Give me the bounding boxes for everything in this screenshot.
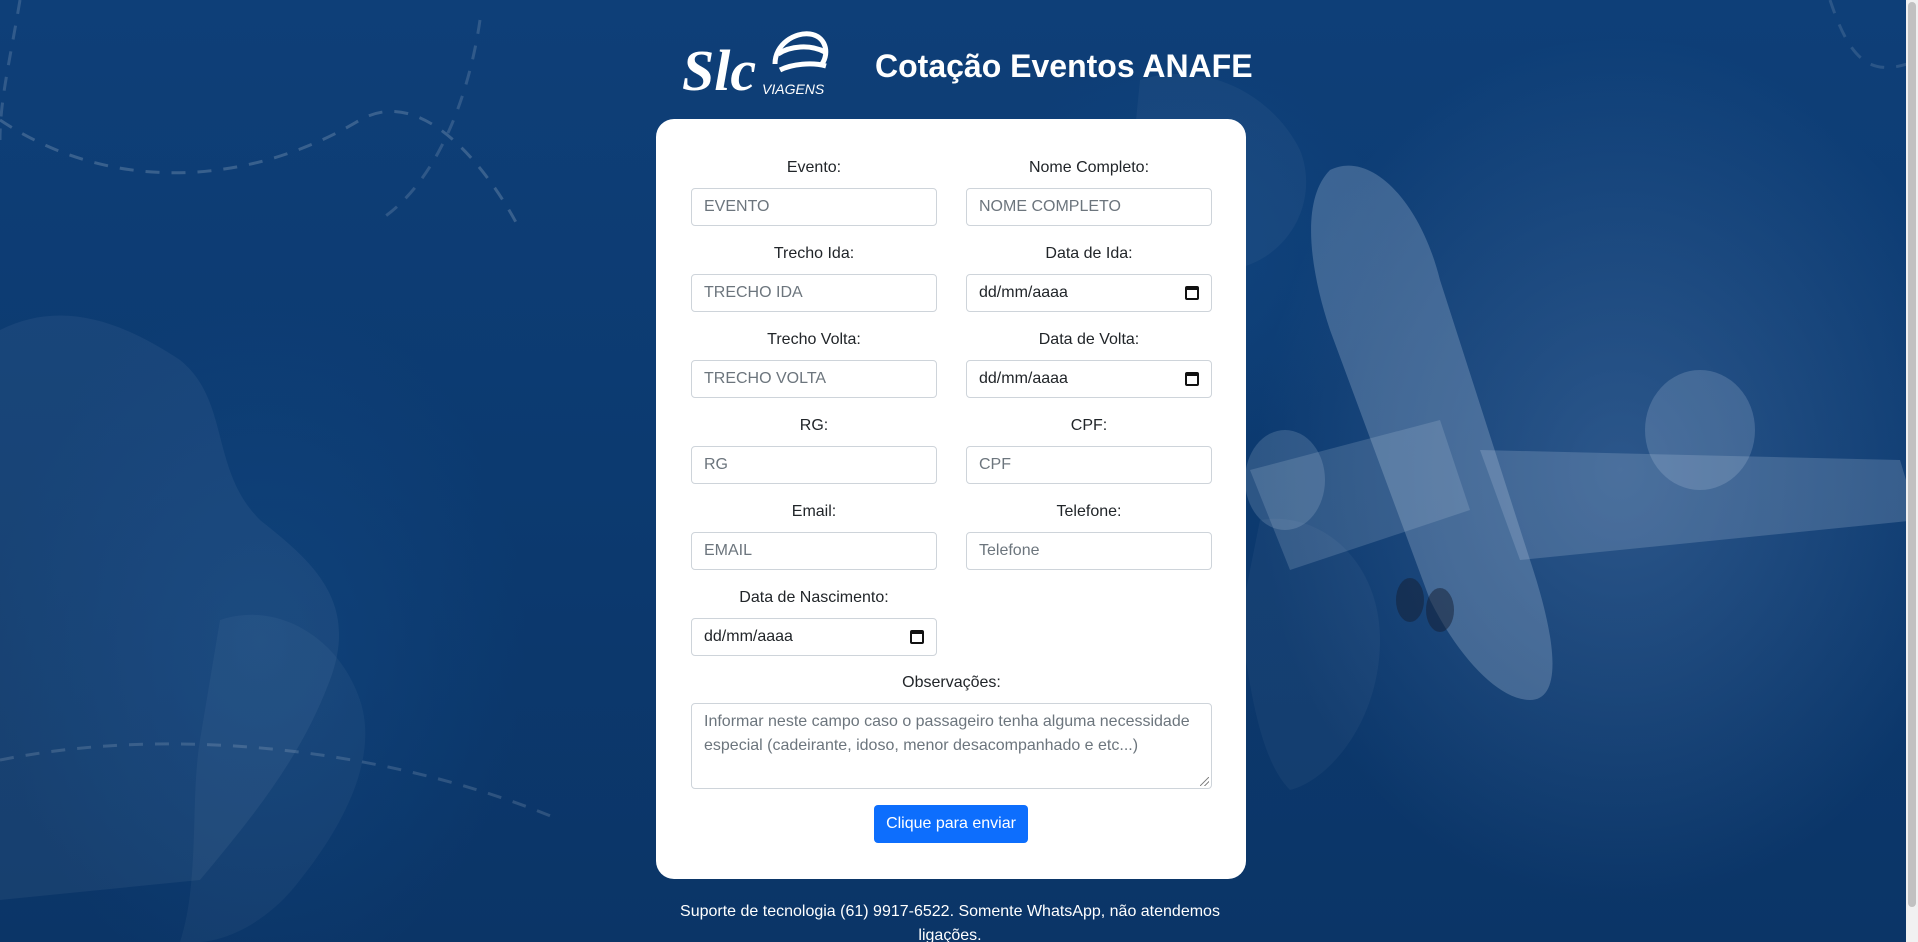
observacoes-textarea[interactable]: Informar neste campo caso o passageiro t… <box>691 703 1212 789</box>
telefone-field-group: Telefone: Telefone <box>966 500 1212 570</box>
resize-handle-icon[interactable] <box>1200 777 1209 786</box>
evento-input[interactable]: EVENTO <box>691 188 937 226</box>
logo-subtext: VIAGENS <box>762 81 825 96</box>
cpf-field-group: CPF: CPF <box>966 414 1212 484</box>
data-volta-input[interactable]: dd/mm/aaaa <box>966 360 1212 398</box>
telefone-label: Telefone: <box>1056 503 1122 520</box>
observacoes-field-group: Observações: Informar neste campo caso o… <box>691 671 1212 789</box>
data-ida-input[interactable]: dd/mm/aaaa <box>966 274 1212 312</box>
logo-text: Slc <box>682 38 756 96</box>
support-footer: Suporte de tecnologia (61) 9917-6522. So… <box>680 903 1220 942</box>
calendar-icon[interactable] <box>1185 286 1199 300</box>
trecho-ida-label: Trecho Ida: <box>773 245 855 262</box>
header: Slc VIAGENS Cotação Eventos ANAFE <box>680 24 1253 103</box>
trecho-volta-input[interactable]: TRECHO VOLTA <box>691 360 937 398</box>
data-nascimento-value: dd/mm/aaaa <box>704 628 793 645</box>
slc-viagens-logo: Slc VIAGENS <box>680 24 830 103</box>
cpf-input[interactable]: CPF <box>966 446 1212 484</box>
data-nascimento-label: Data de Nascimento: <box>739 589 889 606</box>
scrollbar-thumb[interactable] <box>1908 2 1916 907</box>
evento-label: Evento: <box>786 159 842 176</box>
rg-label: RG: <box>799 417 829 434</box>
rg-input[interactable]: RG <box>691 446 937 484</box>
nome-completo-label: Nome Completo: <box>1028 159 1150 176</box>
calendar-icon[interactable] <box>1185 372 1199 386</box>
rg-field-group: RG: RG <box>691 414 937 484</box>
cpf-label: CPF: <box>1070 417 1108 434</box>
trecho-volta-field-group: Trecho Volta: TRECHO VOLTA <box>691 328 937 398</box>
data-ida-field-group: Data de Ida: dd/mm/aaaa <box>966 242 1212 312</box>
email-label: Email: <box>791 503 837 520</box>
data-volta-label: Data de Volta: <box>1038 331 1140 348</box>
nome-completo-field-group: Nome Completo: NOME COMPLETO <box>966 156 1212 226</box>
quote-form-card: Evento: EVENTO Nome Completo: NOME COMPL… <box>656 119 1246 879</box>
data-ida-value: dd/mm/aaaa <box>979 284 1068 301</box>
email-input[interactable]: EMAIL <box>691 532 937 570</box>
data-nascimento-input[interactable]: dd/mm/aaaa <box>691 618 937 656</box>
submit-button[interactable]: Clique para enviar <box>874 805 1028 843</box>
data-volta-value: dd/mm/aaaa <box>979 370 1068 387</box>
nome-completo-input[interactable]: NOME COMPLETO <box>966 188 1212 226</box>
calendar-icon[interactable] <box>910 630 924 644</box>
trecho-ida-input[interactable]: TRECHO IDA <box>691 274 937 312</box>
trecho-ida-field-group: Trecho Ida: TRECHO IDA <box>691 242 937 312</box>
evento-field-group: Evento: EVENTO <box>691 156 937 226</box>
observacoes-label: Observações: <box>902 674 1001 691</box>
page-title: Cotação Eventos ANAFE <box>875 48 1253 84</box>
data-ida-label: Data de Ida: <box>1045 245 1133 262</box>
telefone-input[interactable]: Telefone <box>966 532 1212 570</box>
observacoes-placeholder: Informar neste campo caso o passageiro t… <box>704 713 1190 754</box>
email-field-group: Email: EMAIL <box>691 500 937 570</box>
vertical-scrollbar[interactable] <box>1906 0 1918 942</box>
data-volta-field-group: Data de Volta: dd/mm/aaaa <box>966 328 1212 398</box>
data-nascimento-field-group: Data de Nascimento: dd/mm/aaaa <box>691 586 937 656</box>
logo-globe-icon <box>772 31 829 73</box>
trecho-volta-label: Trecho Volta: <box>767 331 861 348</box>
